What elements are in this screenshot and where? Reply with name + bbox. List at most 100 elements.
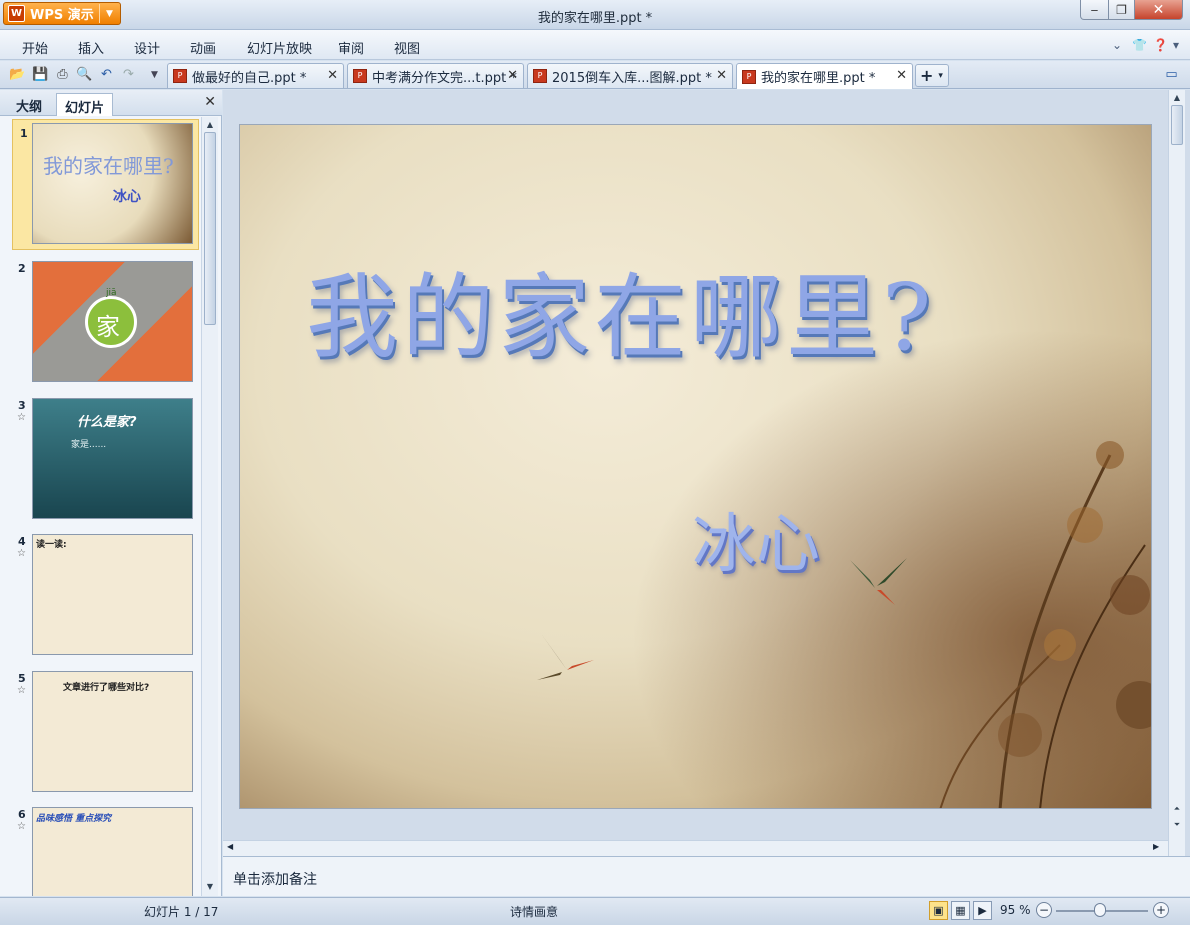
thumb-subtitle: 冰心 (113, 189, 141, 205)
animation-star-icon: ☆ (17, 821, 26, 832)
next-slide-icon[interactable]: ⏷ (1169, 818, 1185, 832)
slide-number: 5 (18, 672, 26, 685)
scroll-right-icon[interactable]: ▶ (1153, 842, 1159, 851)
thumb-subtitle: jiā (106, 288, 117, 298)
open-folder-icon[interactable]: 📂 (9, 66, 26, 83)
editor-horizontal-scrollbar[interactable]: ◀ ▶ (223, 840, 1168, 856)
maximize-button[interactable]: ❐ (1108, 0, 1135, 20)
slide-thumb-row[interactable]: 4 ☆ 读一读: (0, 528, 201, 662)
previous-slide-icon[interactable]: ⏶ (1169, 802, 1185, 816)
zoom-in-button[interactable]: + (1153, 902, 1169, 918)
panel-tabs: 大纲 幻灯片 ✕ (0, 90, 222, 116)
status-bar: 幻灯片 1 / 17 诗情画意 ▣ ▦ ▶ 95 % − + (0, 897, 1190, 925)
butterfly-icon (537, 635, 594, 680)
slide-thumbnail[interactable]: 文章进行了哪些对比? (32, 671, 193, 792)
collapse-ribbon-icon[interactable]: ⌄ (1112, 38, 1122, 52)
tab-outline[interactable]: 大纲 (8, 93, 50, 116)
tab-slides[interactable]: 幻灯片 (56, 93, 114, 116)
scroll-down-icon[interactable]: ▼ (202, 880, 218, 894)
slides-panel: 大纲 幻灯片 ✕ 1 我的家在哪里? 冰心 2 家 jiā 3 ☆ 什么是家? … (0, 90, 222, 896)
close-tab-icon[interactable]: ✕ (327, 68, 338, 83)
thumb-title: 文章进行了哪些对比? (63, 683, 150, 693)
save-icon[interactable]: 💾 (32, 66, 49, 83)
menu-animation[interactable]: 动画 (190, 38, 216, 57)
slide-number: 2 (18, 262, 26, 275)
editor-vertical-scrollbar[interactable]: ▲ ⏶ ⏷ (1168, 90, 1185, 856)
slide-number: 3 (18, 399, 26, 412)
skin-icon[interactable]: 👕 (1132, 38, 1147, 52)
slide-thumbnail[interactable]: 读一读: (32, 534, 193, 655)
zoom-slider-knob[interactable] (1094, 903, 1106, 917)
autumn-branch-decoration (240, 125, 1151, 808)
slide-thumbnail[interactable]: 我的家在哪里? 冰心 (32, 123, 193, 244)
slide-canvas[interactable]: 我的家在哪里? 冰心 (239, 124, 1152, 809)
slide-thumbnail[interactable]: 家 jiā (32, 261, 193, 382)
slide-thumb-row[interactable]: 6 ☆ 品味感悟 重点探究 (0, 801, 201, 896)
thumb-title: 家 (96, 313, 120, 341)
menu-design[interactable]: 设计 (134, 38, 160, 57)
print-icon[interactable]: ⎙ (54, 66, 71, 83)
chevron-down-icon[interactable]: ▾ (1173, 38, 1179, 52)
thumb-title: 我的家在哪里? (43, 154, 174, 178)
animation-star-icon: ☆ (17, 685, 26, 696)
notes-placeholder: 单击添加备注 (233, 872, 317, 888)
customize-toolbar-icon[interactable]: ▼ (146, 66, 163, 83)
thumb-title: 品味感悟 重点探究 (36, 814, 112, 824)
animation-star-icon: ☆ (17, 412, 26, 423)
slide-thumb-row[interactable]: 1 我的家在哪里? 冰心 (12, 119, 199, 250)
notes-pane[interactable]: 单击添加备注 (223, 856, 1190, 896)
panel-scrollbar[interactable]: ▲ ▼ (201, 117, 218, 896)
menu-start[interactable]: 开始 (22, 38, 48, 57)
scroll-up-icon[interactable]: ▲ (1169, 91, 1185, 105)
doc-tab-4[interactable]: P 我的家在哪里.ppt * ✕ (736, 63, 913, 89)
scroll-thumb[interactable] (1171, 105, 1183, 145)
doc-tab-2[interactable]: P 中考满分作文完...t.ppt * ✕ (347, 63, 524, 88)
doc-tab-3[interactable]: P 2015倒车入库...图解.ppt * ✕ (527, 63, 733, 88)
undo-icon[interactable]: ↶ (98, 66, 115, 83)
slide-thumbnail[interactable]: 什么是家? 家是...... (32, 398, 193, 519)
tab-bar: 📂 💾 ⎙ 🔍 ↶ ↷ ▼ P 做最好的自己.ppt * ✕ P 中考满分作文完… (0, 61, 1190, 89)
menu-view[interactable]: 视图 (394, 38, 420, 57)
menu-slideshow[interactable]: 幻灯片放映 (247, 38, 312, 57)
thumb-title: 什么是家? (77, 415, 137, 430)
zoom-out-button[interactable]: − (1036, 902, 1052, 918)
doc-tab-1[interactable]: P 做最好的自己.ppt * ✕ (167, 63, 344, 88)
slide-thumb-row[interactable]: 5 ☆ 文章进行了哪些对比? (0, 665, 201, 799)
theme-name: 诗情画意 (510, 905, 559, 919)
close-window-button[interactable]: ✕ (1134, 0, 1183, 20)
doc-tab-label: 2015倒车入库...图解.ppt * (552, 70, 712, 86)
slide-sorter-icon[interactable]: ▦ (951, 901, 970, 920)
slide-number: 6 (18, 808, 26, 821)
scroll-thumb[interactable] (204, 132, 216, 325)
redo-icon[interactable]: ↷ (120, 66, 137, 83)
slide-thumbnail[interactable]: 品味感悟 重点探究 (32, 807, 193, 896)
restore-layout-icon[interactable]: ▭ (1163, 66, 1180, 83)
scroll-left-icon[interactable]: ◀ (227, 842, 233, 851)
ppt-file-icon: P (742, 69, 756, 84)
scroll-up-icon[interactable]: ▲ (202, 118, 218, 132)
ppt-file-icon: P (353, 69, 367, 83)
close-panel-icon[interactable]: ✕ (204, 94, 216, 110)
close-tab-icon[interactable]: ✕ (716, 68, 727, 83)
close-tab-icon[interactable]: ✕ (896, 68, 907, 83)
menu-insert[interactable]: 插入 (78, 38, 104, 57)
menu-bar: 开始 插入 设计 动画 幻灯片放映 审阅 视图 ⌄ 👕 ❓ ▾ (0, 30, 1190, 60)
print-preview-icon[interactable]: 🔍 (76, 66, 93, 83)
thumb-subtitle: 家是...... (71, 440, 107, 450)
slide-title[interactable]: 我的家在哪里? (306, 243, 935, 376)
slide-thumb-row[interactable]: 3 ☆ 什么是家? 家是...... (0, 392, 201, 526)
close-tab-icon[interactable]: ✕ (507, 68, 518, 83)
zoom-level: 95 % (1000, 903, 1031, 917)
doc-tab-label: 中考满分作文完...t.ppt * (372, 70, 517, 86)
slideshow-icon[interactable]: ▶ (973, 901, 992, 920)
slide-thumb-row[interactable]: 2 家 jiā (0, 255, 201, 389)
minimize-button[interactable]: ‒ (1080, 0, 1109, 20)
ppt-file-icon: P (533, 69, 547, 83)
new-tab-button[interactable]: + ▾ (915, 64, 949, 87)
normal-view-icon[interactable]: ▣ (929, 901, 948, 920)
window-title: 我的家在哪里.ppt * (537, 11, 653, 26)
help-icon[interactable]: ❓ (1153, 38, 1168, 52)
chevron-down-icon[interactable]: ▾ (938, 71, 943, 81)
slide-author[interactable]: 冰心 (692, 493, 820, 585)
menu-review[interactable]: 审阅 (338, 38, 364, 57)
